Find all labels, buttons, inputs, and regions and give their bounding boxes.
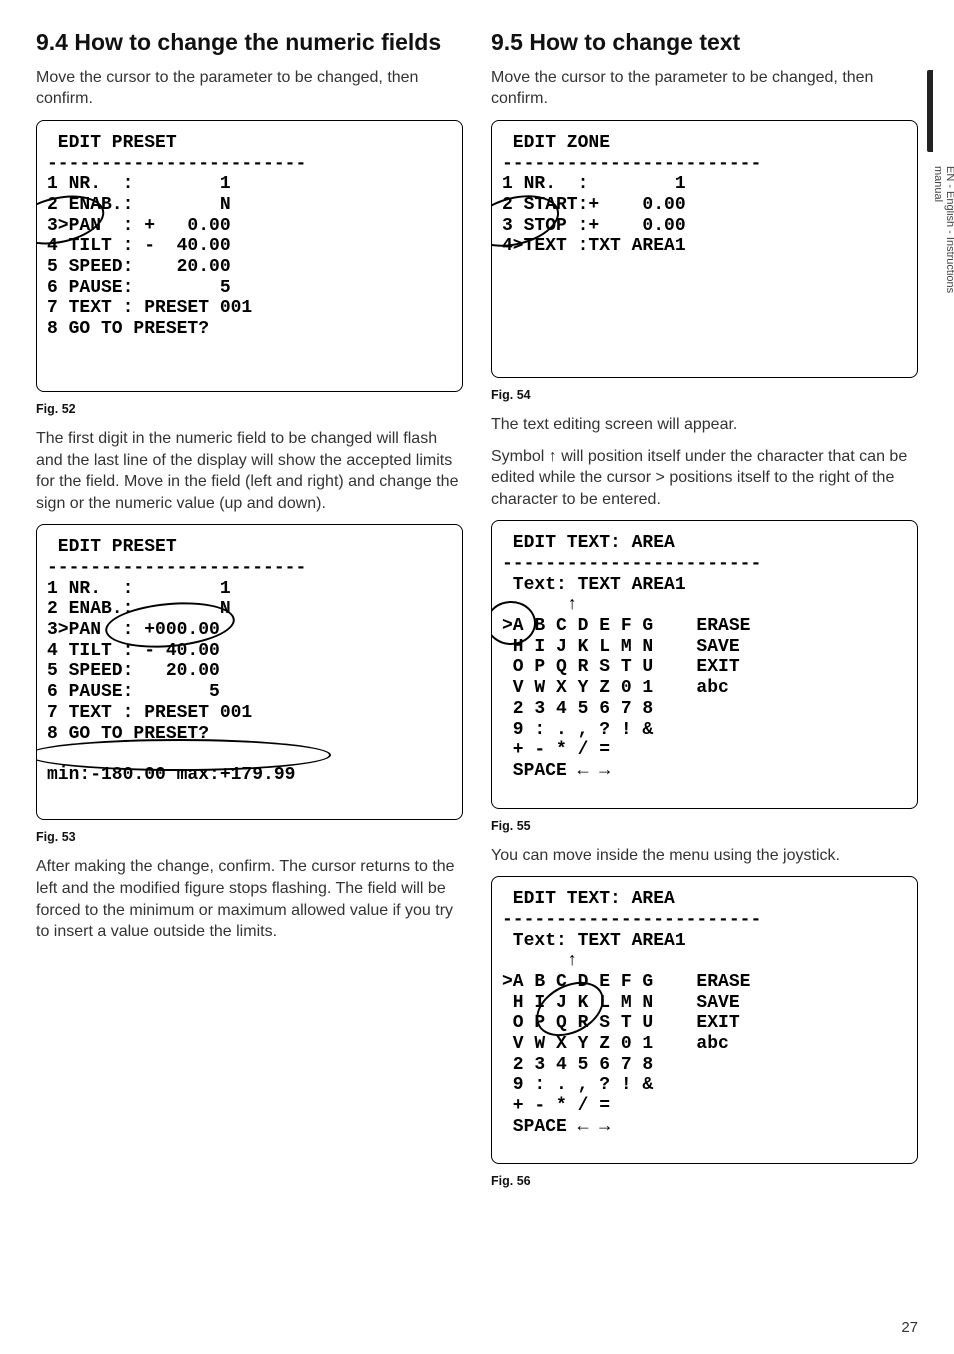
fig-55-text: EDIT TEXT: AREA ------------------------… [502, 533, 907, 781]
side-tab: EN - English - Instructions manual [926, 70, 954, 330]
fig-54-screen: EDIT ZONE ------------------------ 1 NR.… [491, 120, 918, 378]
para-55: You can move inside the menu using the j… [491, 845, 918, 867]
side-tab-label: EN - English - Instructions manual [932, 166, 954, 330]
fig-53-caption: Fig. 53 [36, 830, 463, 844]
fig-55-screen: EDIT TEXT: AREA ------------------------… [491, 520, 918, 808]
right-column: 9.5 How to change text Move the cursor t… [491, 28, 918, 1308]
side-tab-bar [927, 70, 933, 152]
page-content: 9.4 How to change the numeric fields Mov… [0, 0, 954, 1328]
fig-52-text: EDIT PRESET ------------------------ 1 N… [47, 133, 452, 340]
section-9-5-intro: Move the cursor to the parameter to be c… [491, 67, 918, 110]
para-after-fig52: The first digit in the numeric field to … [36, 428, 463, 514]
fig-54-text: EDIT ZONE ------------------------ 1 NR.… [502, 133, 907, 257]
fig-52-screen: EDIT PRESET ------------------------ 1 N… [36, 120, 463, 392]
para-after-fig53: After making the change, confirm. The cu… [36, 856, 463, 942]
left-column: 9.4 How to change the numeric fields Mov… [36, 28, 463, 1308]
section-9-4-intro: Move the cursor to the parameter to be c… [36, 67, 463, 110]
section-9-4-heading: 9.4 How to change the numeric fields [36, 28, 463, 57]
page-number: 27 [901, 1319, 918, 1336]
fig-56-screen: EDIT TEXT: AREA ------------------------… [491, 876, 918, 1164]
fig-53-screen: EDIT PRESET ------------------------ 1 N… [36, 524, 463, 820]
fig-52-caption: Fig. 52 [36, 402, 463, 416]
para-54a: The text editing screen will appear. [491, 414, 918, 436]
para-54b: Symbol ↑ will position itself under the … [491, 446, 918, 511]
section-9-5-heading: 9.5 How to change text [491, 28, 918, 57]
fig-56-caption: Fig. 56 [491, 1174, 918, 1188]
fig-55-caption: Fig. 55 [491, 819, 918, 833]
fig-54-caption: Fig. 54 [491, 388, 918, 402]
